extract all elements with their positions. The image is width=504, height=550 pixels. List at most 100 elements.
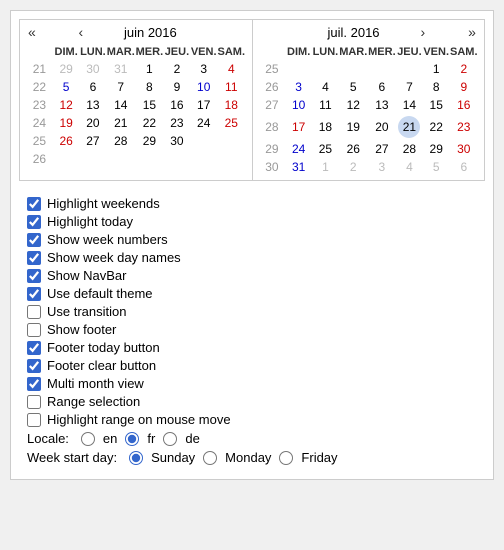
label-locale-de[interactable]: de — [185, 431, 199, 446]
day-cell[interactable]: 25 — [217, 114, 245, 132]
checkbox-use_default_theme[interactable] — [27, 287, 41, 301]
checkbox-show_week_numbers[interactable] — [27, 233, 41, 247]
day-cell[interactable]: 5 — [53, 78, 80, 96]
day-cell[interactable]: 1 — [423, 60, 450, 78]
radio-locale-en[interactable] — [81, 432, 95, 446]
day-cell[interactable]: 17 — [190, 96, 217, 114]
day-cell[interactable]: 19 — [53, 114, 80, 132]
radio-locale-fr[interactable] — [125, 432, 139, 446]
label-show_navbar[interactable]: Show NavBar — [47, 268, 126, 283]
checkbox-show_week_day_names[interactable] — [27, 251, 41, 265]
day-cell[interactable]: 7 — [106, 78, 135, 96]
day-cell[interactable]: 26 — [339, 140, 368, 158]
label-locale-en[interactable]: en — [103, 431, 117, 446]
day-cell[interactable]: 7 — [396, 78, 423, 96]
checkbox-footer_clear_button[interactable] — [27, 359, 41, 373]
label-weekstart-sunday[interactable]: Sunday — [151, 450, 195, 465]
day-cell[interactable]: 20 — [80, 114, 107, 132]
radio-locale-de[interactable] — [163, 432, 177, 446]
label-locale-fr[interactable]: fr — [147, 431, 155, 446]
label-use_transition[interactable]: Use transition — [47, 304, 126, 319]
day-cell[interactable]: 21 — [106, 114, 135, 132]
day-cell[interactable]: 3 — [190, 60, 217, 78]
day-cell[interactable]: 24 — [285, 140, 312, 158]
day-cell[interactable]: 6 — [450, 158, 478, 176]
radio-weekstart-monday[interactable] — [203, 451, 217, 465]
day-cell[interactable]: 23 — [450, 114, 478, 140]
checkbox-highlight_today[interactable] — [27, 215, 41, 229]
day-cell[interactable]: 30 — [450, 140, 478, 158]
checkbox-highlight_range[interactable] — [27, 413, 41, 427]
label-weekstart-monday[interactable]: Monday — [225, 450, 271, 465]
label-multi_month_view[interactable]: Multi month view — [47, 376, 144, 391]
label-use_default_theme[interactable]: Use default theme — [47, 286, 153, 301]
day-cell[interactable]: 3 — [285, 78, 312, 96]
day-cell[interactable]: 17 — [285, 114, 312, 140]
label-show_footer[interactable]: Show footer — [47, 322, 116, 337]
day-cell[interactable]: 18 — [217, 96, 245, 114]
label-highlight_today[interactable]: Highlight today — [47, 214, 133, 229]
day-cell[interactable]: 29 — [135, 132, 163, 150]
label-highlight_range[interactable]: Highlight range on mouse move — [47, 412, 231, 427]
day-cell[interactable]: 11 — [217, 78, 245, 96]
day-cell[interactable]: 16 — [164, 96, 191, 114]
day-cell[interactable]: 14 — [396, 96, 423, 114]
day-cell[interactable]: 13 — [80, 96, 107, 114]
radio-weekstart-sunday[interactable] — [129, 451, 143, 465]
label-footer_today_button[interactable]: Footer today button — [47, 340, 160, 355]
checkbox-range_selection[interactable] — [27, 395, 41, 409]
day-cell[interactable]: 6 — [80, 78, 107, 96]
label-show_week_day_names[interactable]: Show week day names — [47, 250, 181, 265]
label-footer_clear_button[interactable]: Footer clear button — [47, 358, 156, 373]
day-cell[interactable]: 21 — [396, 114, 423, 140]
day-cell[interactable]: 2 — [450, 60, 478, 78]
nav-next-double[interactable]: » — [466, 24, 478, 40]
label-range_selection[interactable]: Range selection — [47, 394, 140, 409]
day-cell[interactable]: 4 — [312, 78, 339, 96]
day-cell[interactable]: 30 — [164, 132, 191, 150]
day-cell[interactable]: 10 — [285, 96, 312, 114]
checkbox-use_transition[interactable] — [27, 305, 41, 319]
day-cell[interactable]: 31 — [285, 158, 312, 176]
day-cell[interactable]: 2 — [164, 60, 191, 78]
day-cell[interactable]: 22 — [135, 114, 163, 132]
day-cell[interactable]: 18 — [312, 114, 339, 140]
day-cell[interactable]: 9 — [450, 78, 478, 96]
day-cell[interactable]: 19 — [339, 114, 368, 140]
day-cell[interactable]: 23 — [164, 114, 191, 132]
checkbox-footer_today_button[interactable] — [27, 341, 41, 355]
day-cell[interactable]: 20 — [368, 114, 396, 140]
day-cell[interactable]: 26 — [53, 132, 80, 150]
day-cell[interactable]: 27 — [368, 140, 396, 158]
label-weekstart-friday[interactable]: Friday — [301, 450, 337, 465]
day-cell[interactable]: 28 — [396, 140, 423, 158]
nav-prev[interactable]: ‹ — [77, 24, 86, 40]
day-cell[interactable]: 1 — [312, 158, 339, 176]
checkbox-highlight_weekends[interactable] — [27, 197, 41, 211]
day-cell[interactable]: 8 — [423, 78, 450, 96]
day-cell[interactable]: 28 — [106, 132, 135, 150]
day-cell[interactable]: 12 — [339, 96, 368, 114]
day-cell[interactable]: 31 — [106, 60, 135, 78]
day-cell[interactable]: 5 — [423, 158, 450, 176]
day-cell[interactable]: 4 — [217, 60, 245, 78]
day-cell[interactable]: 6 — [368, 78, 396, 96]
checkbox-show_footer[interactable] — [27, 323, 41, 337]
day-cell[interactable]: 29 — [423, 140, 450, 158]
day-cell[interactable]: 4 — [396, 158, 423, 176]
day-cell[interactable]: 2 — [339, 158, 368, 176]
day-cell[interactable]: 25 — [312, 140, 339, 158]
day-cell[interactable]: 15 — [135, 96, 163, 114]
day-cell[interactable]: 24 — [190, 114, 217, 132]
day-cell[interactable]: 11 — [312, 96, 339, 114]
label-highlight_weekends[interactable]: Highlight weekends — [47, 196, 160, 211]
day-cell[interactable]: 15 — [423, 96, 450, 114]
day-cell[interactable]: 9 — [164, 78, 191, 96]
day-cell[interactable]: 5 — [339, 78, 368, 96]
day-cell[interactable]: 13 — [368, 96, 396, 114]
day-cell[interactable]: 12 — [53, 96, 80, 114]
nav-next[interactable]: › — [419, 24, 428, 40]
day-cell[interactable]: 1 — [135, 60, 163, 78]
checkbox-multi_month_view[interactable] — [27, 377, 41, 391]
label-show_week_numbers[interactable]: Show week numbers — [47, 232, 168, 247]
